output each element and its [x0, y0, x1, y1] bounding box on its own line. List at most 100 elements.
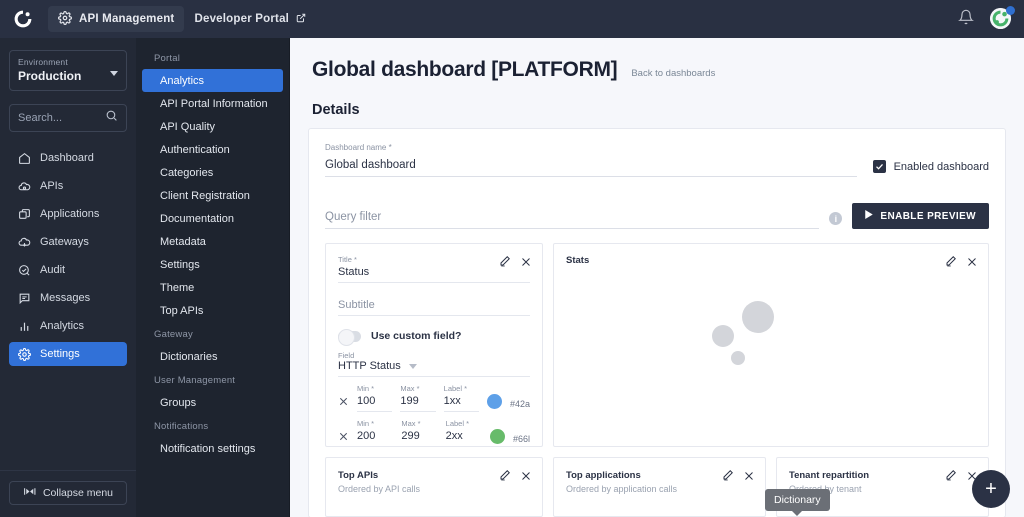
- range-label-label: Label *: [445, 419, 470, 428]
- range-color-hex[interactable]: #66l: [513, 434, 530, 446]
- range-color-swatch[interactable]: [486, 394, 502, 409]
- sidebar-item-gateways-label: Gateways: [40, 236, 89, 248]
- subnav-group-gateway-title: Gateway: [154, 329, 193, 340]
- page-title: Global dashboard [PLATFORM]: [312, 58, 618, 81]
- status-range-row: Min * 200 Max * 299 Label * 2xx #66l: [338, 419, 530, 446]
- sidebar-item-audit[interactable]: Audit: [9, 258, 127, 282]
- add-widget-fab[interactable]: +: [972, 470, 1010, 508]
- range-max-value[interactable]: 299: [401, 428, 437, 446]
- left-nav: Environment Production Dashboard: [0, 38, 136, 517]
- avatar-status-badge: [1006, 6, 1015, 15]
- range-min-value[interactable]: 100: [357, 393, 393, 412]
- range-label-cell: Label * 2xx: [445, 419, 482, 446]
- remove-range-icon[interactable]: [338, 395, 349, 412]
- analytics-bars-icon: [17, 319, 31, 333]
- enabled-dashboard-checkbox[interactable]: [872, 160, 886, 173]
- left-nav-footer: Collapse menu: [0, 470, 136, 517]
- sidebar-item-settings-label: Settings: [40, 348, 80, 360]
- range-min-label: Min *: [357, 419, 375, 428]
- sidebar-item-messages[interactable]: Messages: [9, 286, 127, 310]
- subnav-item-documentation[interactable]: Documentation: [142, 207, 283, 230]
- nav-api-management[interactable]: API Management: [48, 6, 185, 32]
- range-color-swatch[interactable]: [489, 429, 505, 444]
- subnav-item-notification-settings[interactable]: Notification settings: [142, 437, 283, 460]
- subnav-item-settings[interactable]: Settings: [142, 253, 283, 276]
- widget-status-actions: [499, 254, 532, 272]
- use-custom-field-label: Use custom field?: [371, 330, 462, 342]
- use-custom-field-row[interactable]: Use custom field?: [338, 328, 530, 346]
- widget-stats-title: Stats: [566, 255, 590, 266]
- enable-preview-label: ENABLE PREVIEW: [880, 210, 976, 222]
- applications-icon: [17, 207, 31, 221]
- range-label-value[interactable]: 1xx: [443, 393, 479, 412]
- status-subtitle-input[interactable]: Subtitle: [338, 297, 530, 316]
- subnav-item-analytics[interactable]: Analytics: [142, 69, 283, 92]
- subnav-item-top-apis[interactable]: Top APIs: [142, 299, 283, 322]
- sidebar-item-analytics[interactable]: Analytics: [9, 314, 127, 338]
- info-icon[interactable]: i: [829, 212, 843, 225]
- subnav-item-client-registration[interactable]: Client Registration: [142, 184, 283, 207]
- subnav-item-theme[interactable]: Theme: [142, 276, 283, 299]
- sidebar-item-settings[interactable]: Settings: [9, 342, 127, 366]
- details-section-title: Details: [312, 102, 360, 118]
- field-select-row: Field HTTP Status: [338, 351, 530, 377]
- enabled-dashboard-toggle[interactable]: Enabled dashboard: [872, 160, 989, 177]
- widgets-row-1: Title * Status Subtitle Use custom field…: [325, 243, 989, 447]
- pencil-icon[interactable]: [499, 254, 511, 272]
- sidebar-item-gateways[interactable]: Gateways: [9, 230, 127, 254]
- subnav-item-categories[interactable]: Categories: [142, 161, 283, 184]
- range-max-value[interactable]: 199: [400, 393, 436, 412]
- environment-label: Environment: [18, 57, 68, 67]
- widget-status: Title * Status Subtitle Use custom field…: [325, 243, 543, 447]
- range-max-cell: Max * 199: [400, 384, 436, 412]
- pencil-icon[interactable]: [722, 468, 734, 486]
- back-to-dashboards-link[interactable]: Back to dashboards: [631, 68, 715, 79]
- subnav-item-authentication[interactable]: Authentication: [142, 138, 283, 161]
- dashboard-name-label: Dashboard name *: [325, 143, 392, 152]
- widget-top-apis: Top APIs Ordered by API calls: [325, 457, 543, 517]
- subnav-group-portal-title: Portal: [154, 53, 181, 64]
- widget-top-applications-actions: [722, 468, 755, 486]
- dashboard-name-row: Dashboard name * Enabled dashboard: [325, 143, 989, 177]
- gear-icon: [17, 347, 31, 361]
- gravitee-logo-icon[interactable]: [12, 8, 34, 30]
- subnav-item-dictionaries[interactable]: Dictionaries: [142, 345, 283, 368]
- nav-developer-portal[interactable]: Developer Portal: [184, 6, 316, 32]
- bell-icon[interactable]: [958, 9, 974, 30]
- close-icon[interactable]: [520, 470, 532, 484]
- query-filter-input[interactable]: [325, 209, 820, 229]
- remove-range-icon[interactable]: [338, 430, 349, 446]
- avatar[interactable]: [990, 6, 1015, 30]
- subnav-item-metadata[interactable]: Metadata: [142, 230, 283, 253]
- subnav-item-api-portal-information[interactable]: API Portal Information: [142, 92, 283, 115]
- subnav-item-api-quality[interactable]: API Quality: [142, 115, 283, 138]
- environment-selector[interactable]: Environment Production: [9, 50, 127, 91]
- sidebar-item-applications-label: Applications: [40, 208, 100, 220]
- close-icon[interactable]: [743, 470, 755, 484]
- enable-preview-button[interactable]: ENABLE PREVIEW: [852, 203, 989, 229]
- sidebar-item-dashboard[interactable]: Dashboard: [9, 146, 127, 170]
- field-select[interactable]: HTTP Status: [338, 360, 530, 377]
- search-icon[interactable]: [105, 109, 118, 127]
- pencil-icon[interactable]: [945, 468, 957, 486]
- audit-check-icon: [17, 263, 31, 277]
- range-min-label: Min *: [357, 384, 375, 393]
- range-min-value[interactable]: 200: [357, 428, 393, 446]
- dictionary-tooltip: Dictionary: [765, 489, 830, 511]
- sub-nav: Portal Analytics API Portal Information …: [136, 38, 290, 517]
- search-box[interactable]: [9, 104, 127, 132]
- top-bar: API Management Developer Portal: [0, 0, 1024, 38]
- range-label-value[interactable]: 2xx: [446, 428, 482, 446]
- widgets-row-2: Top APIs Ordered by API calls Top applic…: [325, 457, 989, 517]
- dashboard-name-input[interactable]: [325, 157, 857, 177]
- search-input[interactable]: [18, 112, 98, 124]
- subnav-item-groups[interactable]: Groups: [142, 391, 283, 414]
- sidebar-item-applications[interactable]: Applications: [9, 202, 127, 226]
- bubble-medium: [712, 325, 735, 348]
- pencil-icon[interactable]: [499, 468, 511, 486]
- use-custom-field-toggle[interactable]: [338, 328, 361, 346]
- collapse-menu-button[interactable]: Collapse menu: [9, 481, 127, 505]
- close-icon[interactable]: [520, 256, 532, 270]
- range-color-hex[interactable]: #42a: [510, 399, 530, 412]
- sidebar-item-apis[interactable]: APIs: [9, 174, 127, 198]
